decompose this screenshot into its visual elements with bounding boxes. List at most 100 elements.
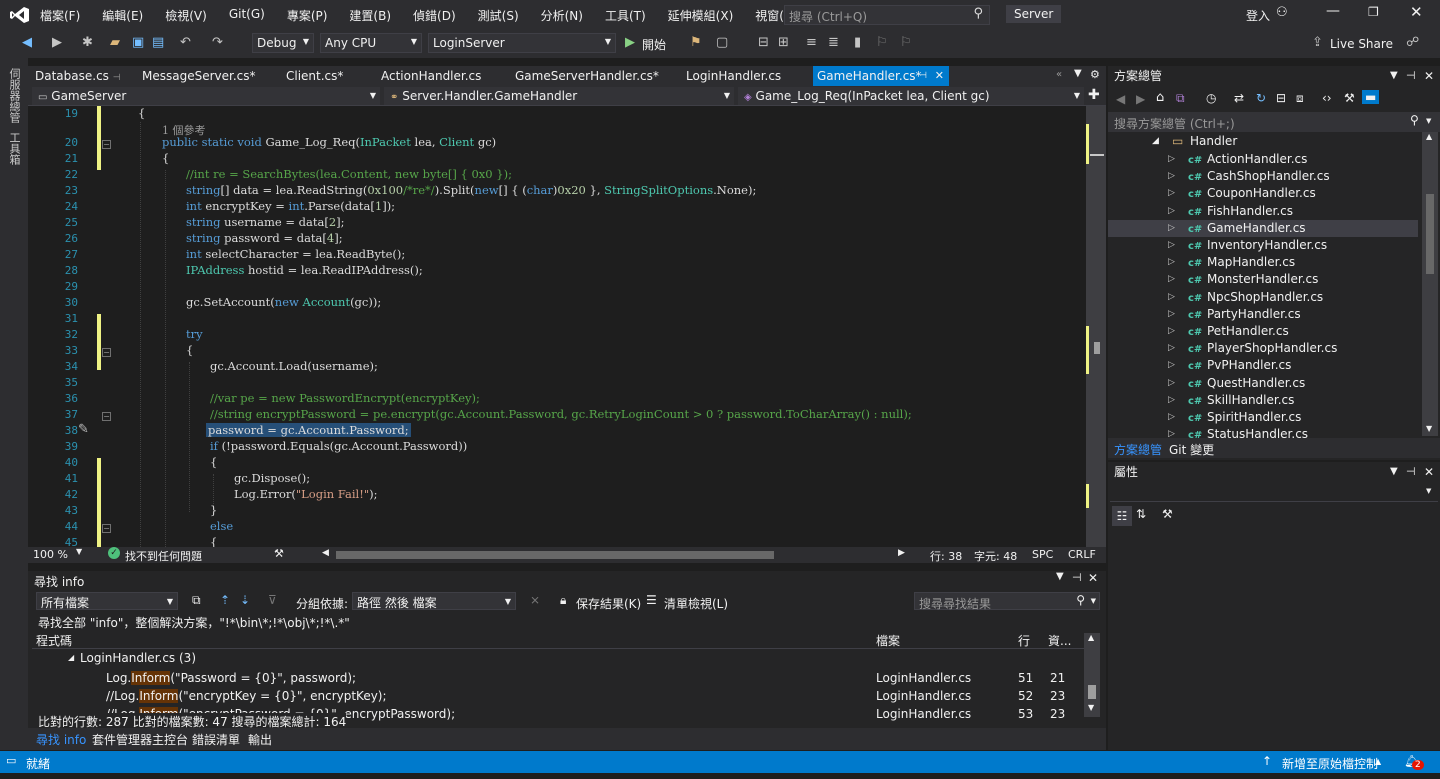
restore-icon[interactable]: ❐ (1368, 5, 1379, 19)
close-panel-icon[interactable]: ✕ (1424, 462, 1434, 482)
tree-file-item[interactable]: ▷ c# NpcShopHandler.cs (1108, 289, 1418, 306)
solution-search-input[interactable]: 搜尋方案總管 (Ctrl+;) (1114, 115, 1235, 132)
format-icon[interactable]: ⊞ (778, 35, 789, 50)
next-result-icon[interactable]: ⇣ (240, 593, 250, 607)
pending-changes-filter-icon[interactable]: ◷ (1206, 91, 1216, 105)
forward-icon[interactable]: ▶ (52, 35, 62, 50)
menu-item[interactable]: 工具(T) (605, 7, 646, 24)
search-box[interactable]: 搜尋 (Ctrl+Q) ⚲ (784, 5, 990, 25)
tab-list-dropdown-icon[interactable]: ▼ (1074, 68, 1082, 79)
close-panel-icon[interactable]: ✕ (1424, 66, 1434, 86)
whitespace-indicator[interactable]: SPC (1032, 548, 1053, 561)
results-scrollbar[interactable]: ▲ ▼ (1084, 633, 1100, 717)
tree-file-item[interactable]: ▷ c# PvPHandler.cs (1108, 357, 1418, 374)
list-view-button[interactable]: 清單檢視(L) (664, 595, 728, 612)
collapse-icon[interactable]: − (102, 140, 111, 149)
result-row[interactable]: Log.Inform("Password = {0}", password); L… (32, 670, 1080, 688)
panel-options-icon[interactable]: ▼ (1056, 571, 1064, 582)
project-dropdown[interactable]: ▭ GameServer ▼ (32, 87, 380, 105)
tab-loginhandler[interactable]: LoginHandler.cs (686, 66, 781, 86)
new-project-icon[interactable]: ✱ (82, 35, 93, 50)
tree-file-item[interactable]: ▷ c# MapHandler.cs (1108, 254, 1418, 271)
show-all-files-icon[interactable]: ⧈ (1296, 91, 1304, 106)
add-to-source-control[interactable]: 新增至原始檔控制 (1282, 755, 1378, 772)
back-icon[interactable]: ◀ (22, 35, 32, 50)
tree-file-item[interactable]: ▷ c# PlayerShopHandler.cs (1108, 340, 1418, 357)
code-editor[interactable]: − − − − ✎ 19 20 21 22 23 24 25 26 27 28 29 30 31 32 33… (28, 106, 1086, 547)
column-file[interactable]: 檔案 (876, 632, 900, 649)
tree-file-item[interactable]: ▷ c# CashShopHandler.cs (1108, 168, 1418, 185)
solution-scrollbar[interactable]: ▲ ▼ (1422, 132, 1438, 436)
solution-search-box[interactable]: 搜尋方案總管 (Ctrl+;) ⚲ ▼ (1108, 112, 1440, 132)
switch-views-icon[interactable]: ⧉ (1176, 91, 1185, 106)
expand-icon[interactable]: ▷ (1168, 340, 1175, 357)
properties-object-dropdown[interactable]: ▼ (1110, 484, 1438, 502)
hot-reload-icon[interactable]: ⚑ (690, 35, 702, 50)
tab-gamehandler[interactable]: GameHandler.cs* ⊣ ✕ (813, 66, 949, 86)
code-cleanup-icon[interactable]: ⚒ (274, 547, 284, 560)
expand-icon[interactable]: ▷ (1168, 392, 1175, 409)
start-debug-icon[interactable]: ▶ (625, 35, 635, 50)
pin-icon[interactable]: ⊣ (1406, 462, 1416, 482)
menu-item[interactable]: 測試(S) (478, 7, 519, 24)
scroll-down-icon[interactable]: ▼ (1088, 703, 1094, 712)
expand-icon[interactable]: ▷ (1168, 254, 1175, 271)
collapse-icon[interactable]: − (102, 412, 111, 421)
collapse-all-icon[interactable]: ⊟ (1276, 91, 1286, 105)
tree-file-item[interactable]: ▷ c# SkillHandler.cs (1108, 392, 1418, 409)
scroll-up-icon[interactable]: ▲ (1088, 633, 1094, 642)
chevron-down-icon[interactable]: ▼ (76, 547, 82, 556)
align-icon[interactable]: ⊟ (758, 35, 769, 50)
tab-client[interactable]: Client.cs* (286, 66, 343, 86)
line-ending-indicator[interactable]: CRLF (1068, 548, 1096, 561)
expand-icon[interactable]: ▷ (1168, 357, 1175, 374)
menu-item[interactable]: Git(G) (229, 7, 265, 24)
column-indicator[interactable]: 字元: 48 (974, 548, 1017, 564)
collapse-icon[interactable]: − (102, 348, 111, 357)
tree-file-item[interactable]: ▷ c# QuestHandler.cs (1108, 375, 1418, 392)
scroll-right-icon[interactable]: ▶ (898, 548, 905, 558)
tree-file-item[interactable]: ▷ c# FishHandler.cs (1108, 203, 1418, 220)
column-line[interactable]: 行 (1018, 632, 1030, 649)
member-dropdown[interactable]: ◈ Game_Log_Req(InPacket lea, Client gc) ▼ (738, 87, 1084, 105)
expand-icon[interactable]: ◢ (68, 653, 74, 662)
tab-settings-icon[interactable]: ⚙ (1090, 68, 1100, 81)
comment-icon[interactable]: ≡ (806, 35, 817, 50)
find-results-search[interactable]: 搜尋尋找結果 ⚲ ▼ (914, 592, 1100, 611)
tree-file-item[interactable]: ▷ c# PartyHandler.cs (1108, 306, 1418, 323)
bookmark-icon[interactable]: ▮ (854, 35, 861, 50)
search-icon[interactable]: ⚲ (1410, 113, 1419, 127)
tab-gameserverhandler[interactable]: GameServerHandler.cs* (515, 66, 659, 86)
tab-error-list[interactable]: 錯誤清單 (192, 731, 240, 748)
expand-icon[interactable]: ▷ (1168, 409, 1175, 426)
horizontal-scroll-thumb[interactable] (336, 551, 774, 559)
minimize-icon[interactable]: — (1326, 3, 1340, 19)
expand-icon[interactable]: ▷ (1168, 151, 1175, 168)
zoom-level[interactable]: 100 % (33, 548, 68, 561)
scroll-down-icon[interactable]: ▼ (1426, 424, 1432, 433)
result-group[interactable]: LoginHandler.cs (3) (80, 651, 196, 665)
refresh-icon[interactable]: ↻ (1256, 91, 1266, 105)
menu-item[interactable]: 延伸模組(X) (668, 7, 734, 24)
arrow-up-icon[interactable]: ↑ (1262, 754, 1272, 768)
feedback-icon[interactable]: ☍ (1406, 35, 1419, 50)
platform-dropdown[interactable]: Any CPU ▼ (320, 33, 422, 53)
split-editor-icon[interactable]: ✚ (1088, 87, 1100, 103)
preview-selected-icon[interactable]: ▬ (1362, 90, 1380, 104)
server-explorer-tab[interactable]: 伺服器總管 (6, 68, 22, 123)
search-icon[interactable]: ⚲ (973, 6, 983, 21)
start-button[interactable]: 開始 (642, 36, 666, 53)
close-icon[interactable]: ✕ (1410, 3, 1423, 21)
lock-icon[interactable]: 🔒︎ (560, 593, 566, 608)
tree-folder-handler[interactable]: ◢ ▭ Handler (1108, 133, 1418, 150)
copy-icon[interactable]: ⧉ (192, 593, 201, 608)
sync-icon[interactable]: ⇄ (1234, 91, 1244, 105)
collapse-icon[interactable]: − (102, 524, 111, 533)
tab-git-changes[interactable]: Git 變更 (1169, 441, 1214, 458)
pin-icon[interactable]: ⊣ (1072, 571, 1082, 584)
account-icon[interactable]: ⚇ (1276, 5, 1288, 20)
view-code-icon[interactable]: ‹› (1322, 91, 1332, 105)
tab-output[interactable]: 輸出 (248, 731, 272, 748)
expand-icon[interactable]: ▷ (1168, 220, 1175, 237)
chevron-up-icon[interactable]: ▲ (1375, 757, 1381, 766)
